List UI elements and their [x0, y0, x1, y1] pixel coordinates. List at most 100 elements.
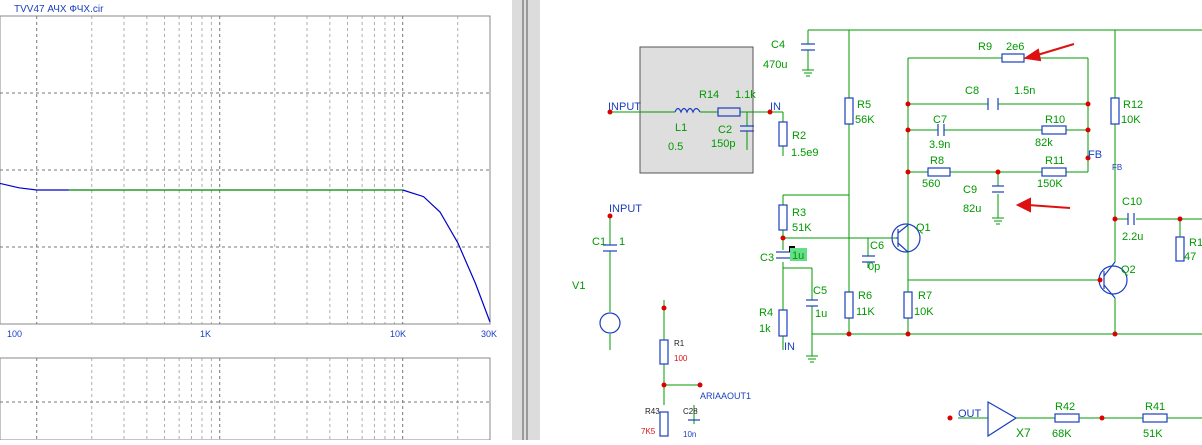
label-r8-name: R8	[930, 155, 944, 167]
label-r7-name: R7	[918, 290, 932, 302]
label-c5-value: 1u	[815, 308, 827, 320]
resistor-r8[interactable]	[927, 167, 951, 177]
label-l1-name: L1	[675, 122, 687, 134]
lower-plot-grid	[0, 357, 491, 441]
node-label-input-top: INPUT	[608, 101, 641, 113]
label-r3-name: R3	[792, 207, 806, 219]
resistor-r6[interactable]	[844, 291, 854, 319]
label-c3-name: C3	[760, 252, 774, 264]
label-r41-name: R41	[1145, 401, 1165, 413]
label-c9-name: C9	[963, 184, 977, 196]
label-c10-name: C10	[1122, 196, 1142, 208]
label-c3-value: 1u	[792, 250, 804, 262]
schematic-canvas[interactable]: R9 2e6 C8 1.5n C7 3.9n R10 82k R8 560 R1…	[540, 0, 1202, 440]
label-r1-value: 100	[674, 354, 688, 363]
frequency-response-chart[interactable]: TVV47 АЧХ ФЧХ.cir 100 1K 10K 30K	[0, 0, 512, 441]
label-c7-value: 3.9n	[929, 139, 950, 151]
label-c2-name: C2	[718, 124, 732, 136]
node-label-in-bottom: IN	[784, 341, 795, 353]
label-r11-value: 150K	[1037, 178, 1063, 190]
label-c2-value: 150p	[711, 138, 735, 150]
resistor-r3[interactable]	[778, 204, 788, 231]
label-x7-name: X7	[1016, 426, 1031, 440]
label-r5-name: R5	[857, 99, 871, 111]
node-label-input-mid: INPUT	[609, 203, 642, 215]
label-r9-name: R9	[978, 41, 992, 53]
resistor-r9[interactable]	[1001, 53, 1025, 63]
label-c8-value: 1.5n	[1014, 85, 1035, 97]
response-curve-group	[0, 182, 491, 323]
label-r14-value: 1.1k	[735, 89, 756, 101]
window-splitter[interactable]	[512, 0, 540, 440]
x-tick-label: 10K	[390, 329, 406, 339]
plot-title: TVV47 АЧХ ФЧХ.cir	[14, 4, 104, 15]
response-curve-low	[0, 182, 69, 191]
resistor-r43[interactable]	[659, 411, 669, 437]
buffer-x7[interactable]	[987, 400, 1018, 438]
label-r8-value: 560	[922, 178, 940, 190]
schematic-pane[interactable]: R9 2e6 C8 1.5n C7 3.9n R10 82k R8 560 R1…	[540, 0, 1202, 440]
label-c6-value: 0p	[868, 261, 880, 273]
response-curve-high	[402, 189, 491, 323]
arrow-to-c9	[1027, 204, 1071, 209]
label-c10-value: 2.2u	[1122, 231, 1143, 243]
resistor-r7[interactable]	[903, 291, 913, 319]
resistor-r2[interactable]	[778, 121, 788, 147]
splitter-line	[522, 0, 524, 440]
input-subcircuit-box[interactable]	[639, 46, 754, 174]
label-r2-name: R2	[792, 130, 806, 142]
label-q1-name: Q1	[916, 222, 931, 234]
x-tick-label: 1K	[200, 329, 211, 339]
x-axis-tick-labels: 100 1K 10K 30K	[7, 329, 497, 339]
label-r1-name: R1	[674, 339, 685, 348]
label-r2-value: 1.5e9	[791, 147, 819, 159]
label-r11-name: R11	[1045, 155, 1064, 167]
label-c28-name: C28	[683, 407, 698, 416]
arrow-head-icon	[1023, 48, 1042, 62]
label-r43-name: R43	[645, 407, 660, 416]
label-c8-name: C8	[965, 85, 979, 97]
resistor-r1-right[interactable]	[1175, 236, 1185, 262]
resistor-r10[interactable]	[1041, 125, 1067, 135]
upper-plot-grid	[0, 15, 491, 325]
label-c4-name: C4	[771, 39, 785, 51]
resistor-r42[interactable]	[1054, 413, 1080, 423]
label-r1-right-value: 47	[1184, 251, 1196, 263]
label-c7-name: C7	[933, 114, 947, 126]
resistor-r1[interactable]	[659, 339, 669, 365]
label-l1-value: 0.5	[668, 141, 683, 153]
label-r6-name: R6	[858, 290, 872, 302]
node-label-ariaaout: ARIAAOUT1	[700, 391, 751, 401]
label-r43-value: 7K5	[641, 427, 656, 436]
label-c4-value: 470u	[763, 59, 787, 71]
label-r4-name: R4	[759, 307, 773, 319]
label-c9-value: 82u	[963, 203, 981, 215]
node-label-fb-main: FB	[1088, 149, 1102, 161]
resistor-r4[interactable]	[778, 309, 788, 337]
resistor-r12[interactable]	[1110, 97, 1120, 125]
label-r9-value: 2e6	[1006, 41, 1024, 53]
label-r10-name: R10	[1045, 114, 1065, 126]
label-r42-name: R42	[1055, 401, 1075, 413]
wire-segments	[907, 252, 1116, 300]
label-c6-name: C6	[870, 240, 884, 252]
node-label-fb-small: FB	[1112, 163, 1122, 172]
label-r41-value: 51K	[1143, 428, 1163, 440]
label-q2-name: Q2	[1121, 264, 1136, 276]
label-c1-value: 1	[619, 236, 625, 248]
label-r4-value: 1k	[759, 323, 771, 335]
label-r3-value: 51K	[792, 222, 812, 234]
resistor-r41[interactable]	[1142, 413, 1168, 423]
voltage-source-v1[interactable]	[599, 312, 621, 334]
label-r7-value: 10K	[914, 306, 934, 318]
plot-pane[interactable]: TVV47 АЧХ ФЧХ.cir 100 1K 10K 30K	[0, 0, 512, 441]
splitter-line	[526, 0, 528, 440]
x-tick-label: 30K	[481, 329, 497, 339]
label-r14-name: R14	[699, 89, 719, 101]
label-c1-name: C1	[592, 236, 606, 248]
label-r5-value: 56K	[855, 114, 875, 126]
label-r12-name: R12	[1123, 99, 1143, 111]
resistor-r11[interactable]	[1041, 167, 1067, 177]
resistor-r5[interactable]	[844, 97, 854, 125]
label-r1-right-name: R1	[1189, 237, 1202, 249]
